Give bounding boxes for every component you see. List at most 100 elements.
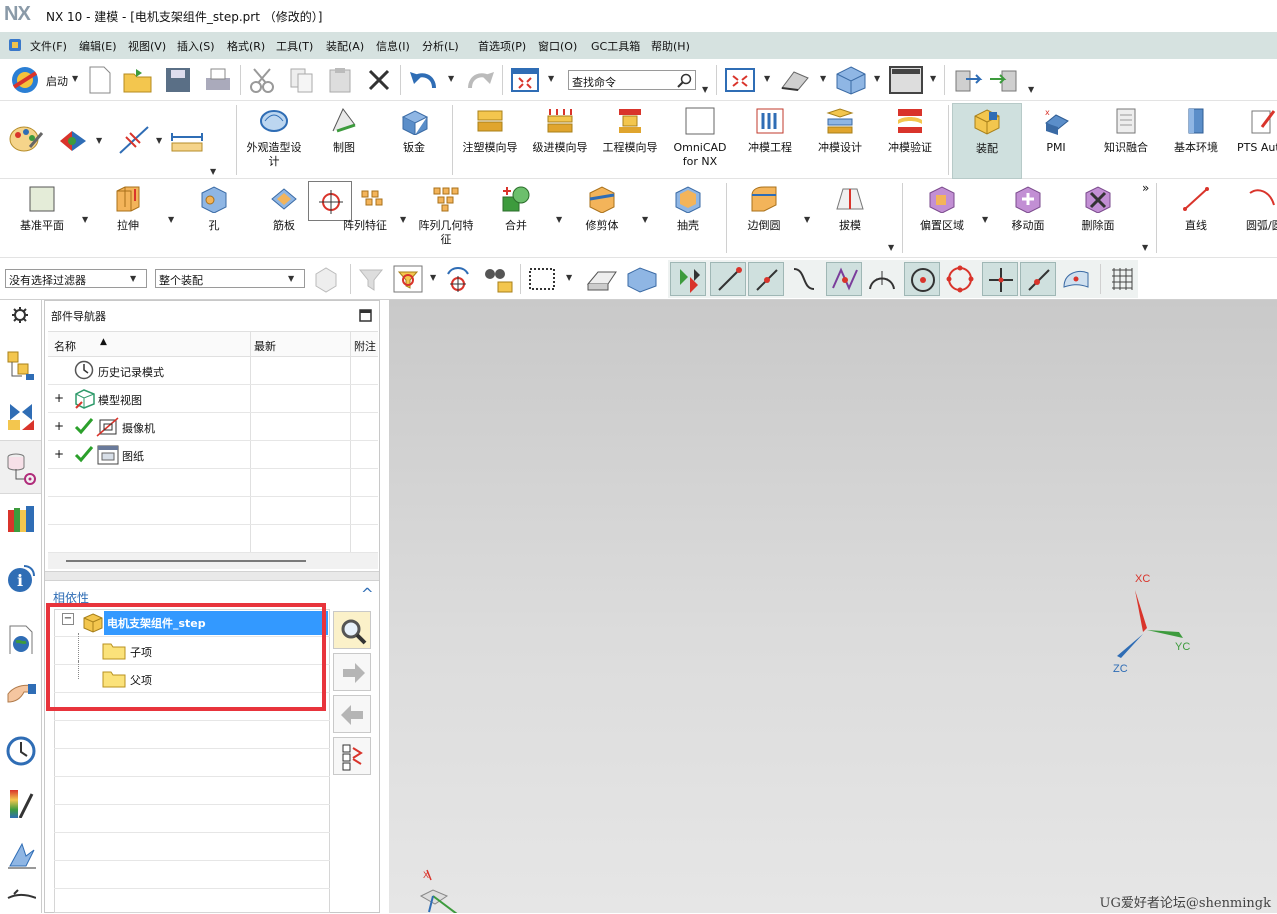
view-triad-dropdown-icon[interactable]: ▼ [96, 136, 102, 145]
app-knowledge-fusion[interactable]: 知识融合 [1094, 103, 1158, 179]
app-die-validation[interactable]: 冲模验证 [878, 103, 942, 179]
part-navigator-tab[interactable] [0, 440, 41, 494]
search-icon[interactable] [677, 73, 692, 88]
app-assembly[interactable]: 装配 [952, 103, 1022, 179]
save-icon[interactable] [164, 66, 192, 94]
rectangle-select-icon[interactable] [526, 264, 558, 294]
unite-dropdown-icon[interactable]: ▼ [556, 215, 562, 224]
measure-distance-icon[interactable] [170, 131, 204, 155]
window-dropdown-icon[interactable]: ▼ [548, 74, 554, 83]
orient-dropdown-icon[interactable]: ▼ [820, 74, 826, 83]
assembly-replace-icon[interactable] [988, 65, 1022, 95]
more-commands-icon[interactable]: » [1142, 181, 1149, 195]
nav-row-cameras[interactable]: + 摄像机 [48, 413, 378, 441]
extrude-dropdown-icon[interactable]: ▼ [168, 215, 174, 224]
analysis-tool-icon[interactable] [6, 840, 36, 870]
app-menu-icon[interactable] [8, 38, 22, 52]
app-omnicad[interactable]: OmniCAD for NX [668, 103, 732, 179]
panel-splitter[interactable] [45, 571, 379, 581]
snap-point-on-surface[interactable] [1058, 262, 1094, 296]
app-pmi[interactable]: x PMI [1024, 103, 1088, 179]
blend-dropdown-icon[interactable]: ▼ [804, 215, 810, 224]
view-triad-icon[interactable] [56, 125, 92, 155]
menu-gc-toolbox[interactable]: GC工具箱 [591, 38, 640, 54]
selection-scope-select[interactable]: 整个装配 ▼ [155, 269, 305, 288]
copy-icon[interactable] [288, 66, 316, 94]
feat-line[interactable]: 直线 [1164, 181, 1228, 257]
background-icon[interactable] [888, 65, 924, 95]
info-icon[interactable]: i [6, 562, 36, 592]
menu-edit[interactable]: 编辑(E) [79, 38, 117, 54]
shaded-dropdown-icon[interactable]: ▼ [874, 74, 880, 83]
datum-dropdown-icon[interactable]: ▼ [82, 215, 88, 224]
snap-point-icon[interactable] [116, 123, 152, 157]
previous-dependency-button[interactable] [333, 695, 371, 733]
menu-window[interactable]: 窗口(O) [538, 38, 577, 54]
fit-view-icon[interactable] [724, 66, 756, 94]
feat-datum-plane[interactable]: 基准平面 [10, 181, 74, 257]
app-shape-studio[interactable]: 外观造型设 计 [242, 103, 306, 179]
app-die-engineering[interactable]: 冲模工程 [738, 103, 802, 179]
app-pts-author[interactable]: PTS Aut [1230, 103, 1277, 179]
column-latest[interactable]: 最新 [254, 338, 276, 354]
nav-row-history-mode[interactable]: 历史记录模式 [48, 357, 378, 385]
expand-all-button[interactable] [333, 737, 371, 775]
redo-icon[interactable] [464, 66, 496, 94]
app-basic-environment[interactable]: 基本环境 [1164, 103, 1228, 179]
expand-icon[interactable]: + [54, 391, 64, 405]
app-die-design[interactable]: 冲模设计 [808, 103, 872, 179]
ribbon-more-dropdown-icon[interactable]: ▼ [210, 167, 216, 176]
history-clock-icon[interactable] [6, 736, 36, 766]
snap-arc-center[interactable] [864, 262, 900, 296]
feat-move-face[interactable]: 移动面 [996, 181, 1060, 257]
select-body-icon[interactable] [624, 264, 660, 294]
feat-edge-blend[interactable]: 边倒圆 [732, 181, 796, 257]
app-progressive-die[interactable]: 级进模向导 [528, 103, 592, 179]
feat-shell[interactable]: 抽壳 [656, 181, 720, 257]
roles-hand-icon[interactable] [6, 678, 36, 708]
visualization-icon[interactable] [6, 788, 36, 818]
feat-delete-face[interactable]: 删除面 [1066, 181, 1130, 257]
touch-mode-icon[interactable] [6, 884, 36, 914]
expand-icon[interactable]: + [54, 419, 64, 433]
delete-icon[interactable] [366, 67, 392, 93]
menu-help[interactable]: 帮助(H) [651, 38, 690, 54]
column-notes[interactable]: 附注 [354, 338, 376, 354]
sync-group-dropdown-icon[interactable]: ▼ [1142, 243, 1148, 252]
reset-filter-icon[interactable] [356, 264, 386, 294]
open-folder-icon[interactable] [122, 66, 154, 94]
new-file-icon[interactable] [88, 66, 112, 94]
nav-row-drawings[interactable]: + 图纸 [48, 441, 378, 469]
snap-existing-point[interactable] [982, 262, 1018, 296]
column-name[interactable]: 名称 [54, 338, 76, 354]
shaded-cube-icon[interactable] [834, 65, 868, 95]
trim-dropdown-icon[interactable]: ▼ [642, 215, 648, 224]
fit-dropdown-icon[interactable]: ▼ [764, 74, 770, 83]
next-dependency-button[interactable] [333, 653, 371, 691]
menu-analysis[interactable]: 分析(L) [422, 38, 459, 54]
snap-rotate-icon[interactable] [442, 264, 474, 294]
menu-view[interactable]: 视图(V) [128, 38, 166, 54]
maximize-icon[interactable] [359, 309, 372, 322]
print-icon[interactable] [202, 66, 234, 94]
inspect-dependency-button[interactable] [333, 611, 371, 649]
selection-filter-select[interactable]: 没有选择过滤器 ▼ [5, 269, 147, 288]
command-search-input[interactable]: 查找命令 [568, 70, 696, 90]
menu-file[interactable]: 文件(F) [30, 38, 67, 54]
menu-info[interactable]: 信息(I) [376, 38, 410, 54]
gear-icon[interactable] [11, 306, 29, 324]
orient-view-icon[interactable] [778, 66, 814, 94]
command-finder-window-icon[interactable] [510, 66, 540, 94]
feat-offset-region[interactable]: 偏置区域 [910, 181, 974, 257]
feat-unite[interactable]: 合并 [484, 181, 548, 257]
assembly-dropdown-icon[interactable]: ▼ [1028, 85, 1034, 94]
assembly-load-icon[interactable] [952, 65, 986, 95]
snap-quadrant[interactable] [942, 262, 978, 296]
feat-pattern-feature[interactable]: 阵列特征 [328, 181, 392, 257]
snap-intersection[interactable] [826, 262, 862, 296]
nav-row-model-views[interactable]: + 模型视图 [48, 385, 378, 413]
select-faces-icon[interactable] [584, 264, 620, 294]
start-label[interactable]: 启动 [46, 73, 68, 89]
app-sheet-metal[interactable]: 钣金 [382, 103, 446, 179]
rectangle-select-dropdown-icon[interactable]: ▼ [566, 273, 572, 282]
